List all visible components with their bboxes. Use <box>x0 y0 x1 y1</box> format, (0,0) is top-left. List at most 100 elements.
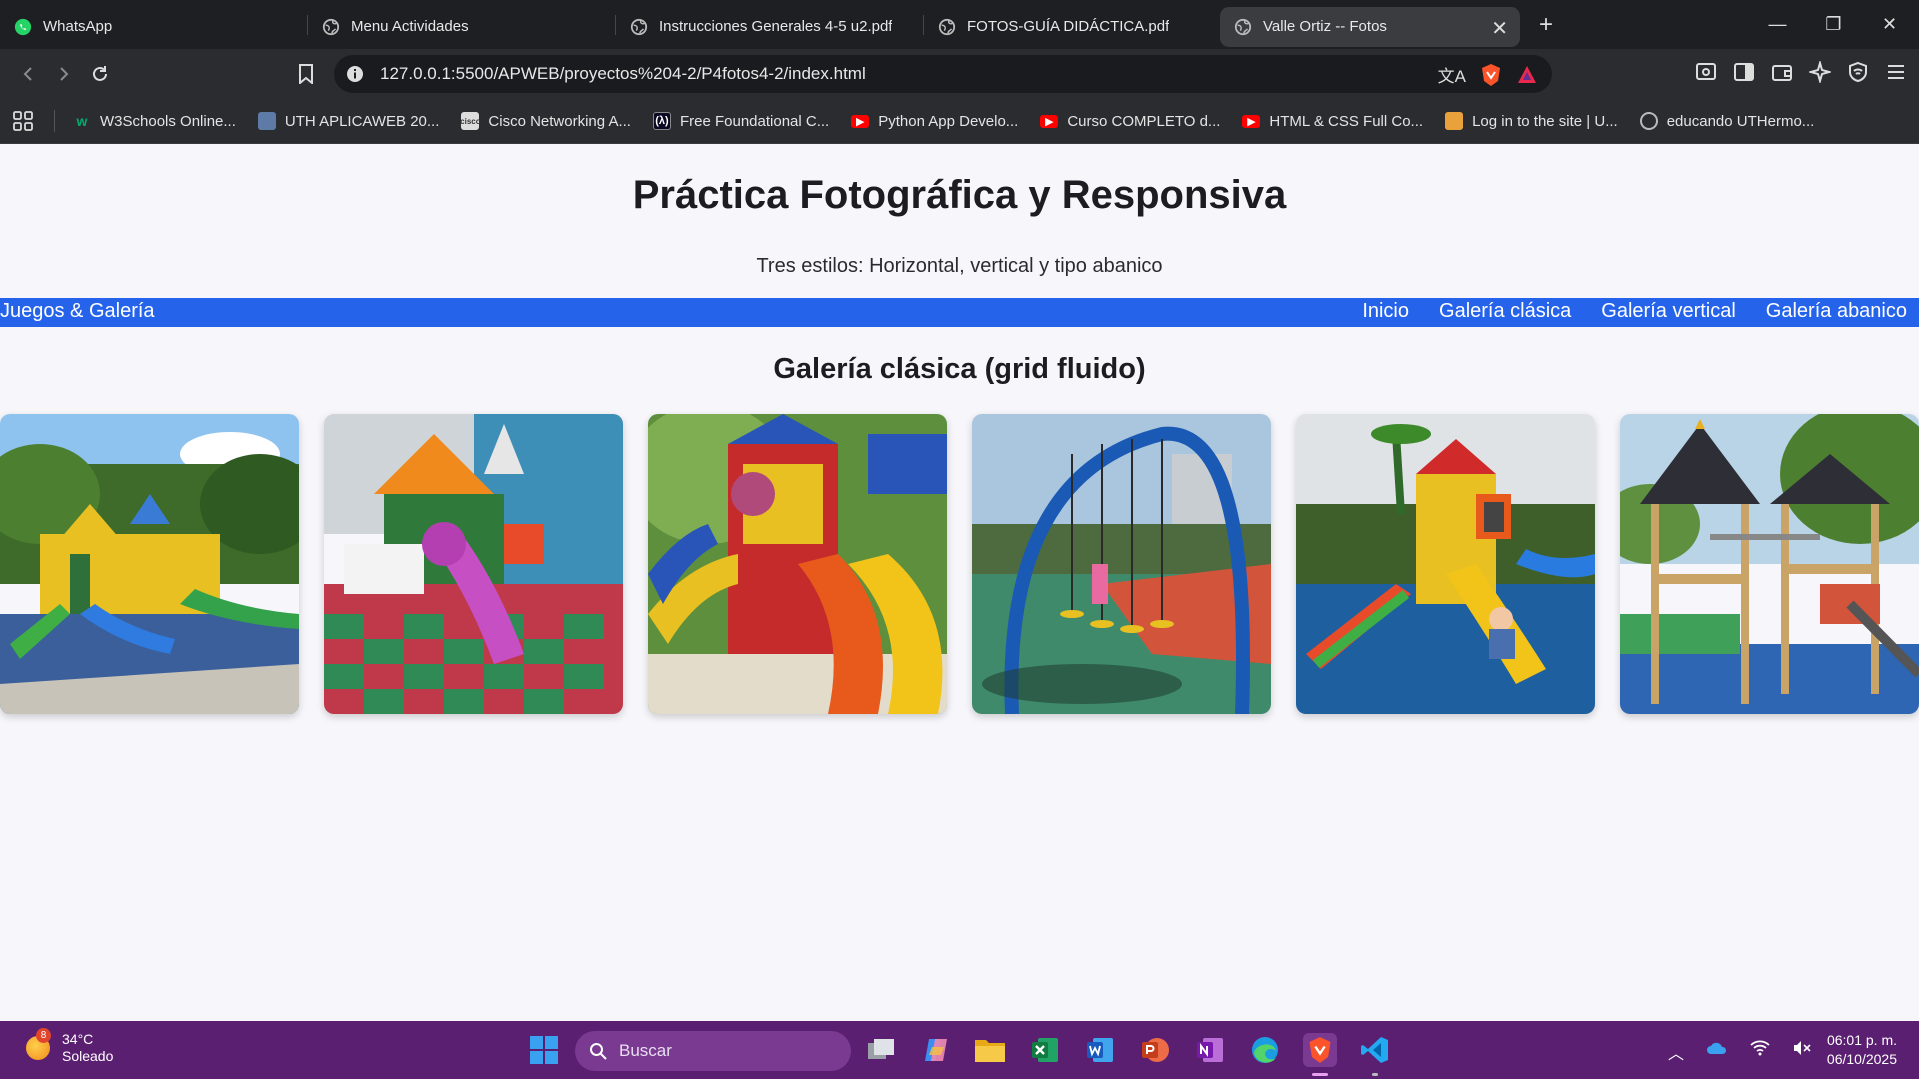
url-text[interactable]: 127.0.0.1:5500/APWEB/proyectos%204-2/P4f… <box>380 64 866 84</box>
minimize-button[interactable]: — <box>1750 0 1805 49</box>
bookmark-freecodecamp[interactable]: (λ) Free Foundational C... <box>652 112 830 130</box>
restore-button[interactable]: ❐ <box>1806 0 1861 49</box>
excel-button[interactable] <box>1028 1033 1062 1067</box>
bookmark-cisco[interactable]: cisco Cisco Networking A... <box>460 112 631 130</box>
speaker-muted-icon[interactable] <box>1792 1040 1812 1056</box>
weather-condition: Soleado <box>62 1048 114 1064</box>
taskbar-search[interactable]: Buscar <box>575 1031 851 1071</box>
chevron-up-icon[interactable]: ︿ <box>1668 1040 1684 1064</box>
address-bar[interactable]: 127.0.0.1:5500/APWEB/proyectos%204-2/P4f… <box>334 55 1552 93</box>
brave-button[interactable] <box>1303 1033 1337 1067</box>
windows-taskbar: 8 34°C Soleado Buscar ︿ 06:01 p. m. 06/1… <box>0 1021 1919 1079</box>
start-button[interactable] <box>527 1033 561 1067</box>
apps-grid-icon[interactable] <box>12 110 34 132</box>
clock[interactable]: 06:01 p. m. 06/10/2025 <box>1827 1031 1897 1069</box>
youtube-icon: ▶ <box>851 114 870 128</box>
wallet-icon[interactable] <box>1771 61 1793 83</box>
tab-fotos-guia[interactable]: FOTOS-GUÍA DIDÁCTICA.pdf <box>924 7 1216 47</box>
nav-link-galeria-vertical[interactable]: Galería vertical <box>1601 300 1736 323</box>
word-button[interactable] <box>1083 1033 1117 1067</box>
nav-link-galeria-clasica[interactable]: Galería clásica <box>1439 300 1571 323</box>
bookmark-label: Curso COMPLETO d... <box>1067 112 1221 130</box>
moodle-icon <box>1445 112 1464 130</box>
sidebar-icon[interactable] <box>1733 61 1755 83</box>
clock-time: 06:01 p. m. <box>1826 1032 1897 1048</box>
bookmark-label: Log in to the site | U... <box>1472 112 1618 130</box>
tab-whatsapp[interactable]: WhatsApp <box>0 7 307 47</box>
bookmark-divider <box>54 110 55 132</box>
powerpoint-button[interactable] <box>1138 1033 1172 1067</box>
globe-icon <box>938 18 956 35</box>
bookmark-label: Python App Develo... <box>878 112 1019 130</box>
edge-button[interactable] <box>1248 1033 1282 1067</box>
bookmark-label: HTML & CSS Full Co... <box>1269 112 1424 130</box>
bookmark-uth-aplicaweb[interactable]: UTH APLICAWEB 20... <box>257 112 439 130</box>
close-window-button[interactable]: ✕ <box>1862 0 1917 49</box>
nav-links: Inicio Galería clásica Galería vertical … <box>1362 300 1907 323</box>
playground-photo-2[interactable] <box>324 414 623 714</box>
search-placeholder: Buscar <box>619 1041 672 1060</box>
tab-instrucciones[interactable]: Instrucciones Generales 4-5 u2.pdf <box>616 7 923 47</box>
bookmark-curso-completo[interactable]: ▶ Curso COMPLETO d... <box>1040 113 1220 130</box>
vscode-button[interactable] <box>1358 1033 1392 1067</box>
tab-title: WhatsApp <box>43 18 113 35</box>
translate-icon[interactable]: 文A <box>1438 62 1466 87</box>
bookmark-page-button[interactable] <box>288 56 324 92</box>
bookmark-label: W3Schools Online... <box>100 112 236 130</box>
arrow-left-icon <box>23 67 32 81</box>
bookmark-icon <box>299 64 313 84</box>
vpn-icon[interactable] <box>1847 61 1869 83</box>
playground-photo-3[interactable] <box>648 414 947 714</box>
word-icon <box>1087 1038 1113 1062</box>
bookmark-w3schools[interactable]: w W3Schools Online... <box>73 112 236 130</box>
bookmark-moodle-login[interactable]: Log in to the site | U... <box>1445 112 1618 130</box>
onedrive-icon[interactable] <box>1706 1040 1728 1056</box>
reload-button[interactable] <box>82 56 118 92</box>
bookmark-label: Free Foundational C... <box>679 112 830 130</box>
nav-link-galeria-abanico[interactable]: Galería abanico <box>1766 300 1907 323</box>
playground-photo-4[interactable] <box>972 414 1271 714</box>
brave-rewards-icon[interactable] <box>1516 64 1538 86</box>
tab-menu-actividades[interactable]: Menu Actividades <box>308 7 615 47</box>
system-tray: ︿ <box>1668 1040 1812 1064</box>
brave-shield-icon[interactable] <box>1480 63 1502 87</box>
tab-title: Valle Ortiz -- Fotos <box>1263 18 1387 35</box>
playground-photo-6[interactable] <box>1620 414 1919 714</box>
site-brand[interactable]: Juegos & Galería <box>0 300 155 323</box>
playground-photo-5[interactable] <box>1296 414 1595 714</box>
tab-valle-ortiz-fotos[interactable]: Valle Ortiz -- Fotos ✕ <box>1220 6 1520 47</box>
w3schools-icon: w <box>76 113 88 129</box>
search-icon <box>590 1043 607 1060</box>
copilot-icon <box>925 1039 947 1061</box>
close-tab-icon[interactable]: ✕ <box>1491 16 1508 41</box>
tab-title: FOTOS-GUÍA DIDÁCTICA.pdf <box>967 18 1170 35</box>
bookmark-educando[interactable]: educando UTHermo... <box>1639 112 1814 130</box>
menu-icon[interactable] <box>1885 61 1907 83</box>
copilot-button[interactable] <box>919 1033 953 1067</box>
onenote-button[interactable] <box>1193 1033 1227 1067</box>
nav-link-inicio[interactable]: Inicio <box>1362 300 1409 323</box>
page-subtitle: Tres estilos: Horizontal, vertical y tip… <box>756 255 1163 277</box>
vscode-icon <box>1361 1037 1388 1063</box>
page-title: Práctica Fotográfica y Responsiva <box>632 173 1287 217</box>
wifi-icon[interactable] <box>1750 1040 1770 1056</box>
weather-temperature: 34°C <box>62 1031 94 1047</box>
file-explorer-button[interactable] <box>973 1033 1007 1067</box>
running-app-indicator <box>1372 1073 1378 1076</box>
whatsapp-icon <box>14 18 32 35</box>
task-view-button[interactable] <box>864 1033 898 1067</box>
bookmark-html-css[interactable]: ▶ HTML & CSS Full Co... <box>1242 113 1423 130</box>
leo-ai-icon[interactable] <box>1809 61 1831 83</box>
screenshot-icon[interactable] <box>1695 61 1717 83</box>
powerpoint-icon <box>1142 1038 1169 1062</box>
globe-icon <box>1639 112 1658 130</box>
info-icon[interactable] <box>346 65 364 83</box>
browser-toolbar: 127.0.0.1:5500/APWEB/proyectos%204-2/P4f… <box>0 49 1919 99</box>
forward-button[interactable] <box>46 56 82 92</box>
weather-widget[interactable]: 8 34°C Soleado <box>26 1028 114 1065</box>
new-tab-button[interactable]: + <box>1526 5 1566 45</box>
playground-photo-1[interactable] <box>0 414 299 714</box>
back-button[interactable] <box>10 56 46 92</box>
clock-date: 06/10/2025 <box>1826 1051 1897 1067</box>
bookmark-python-app[interactable]: ▶ Python App Develo... <box>851 113 1018 130</box>
